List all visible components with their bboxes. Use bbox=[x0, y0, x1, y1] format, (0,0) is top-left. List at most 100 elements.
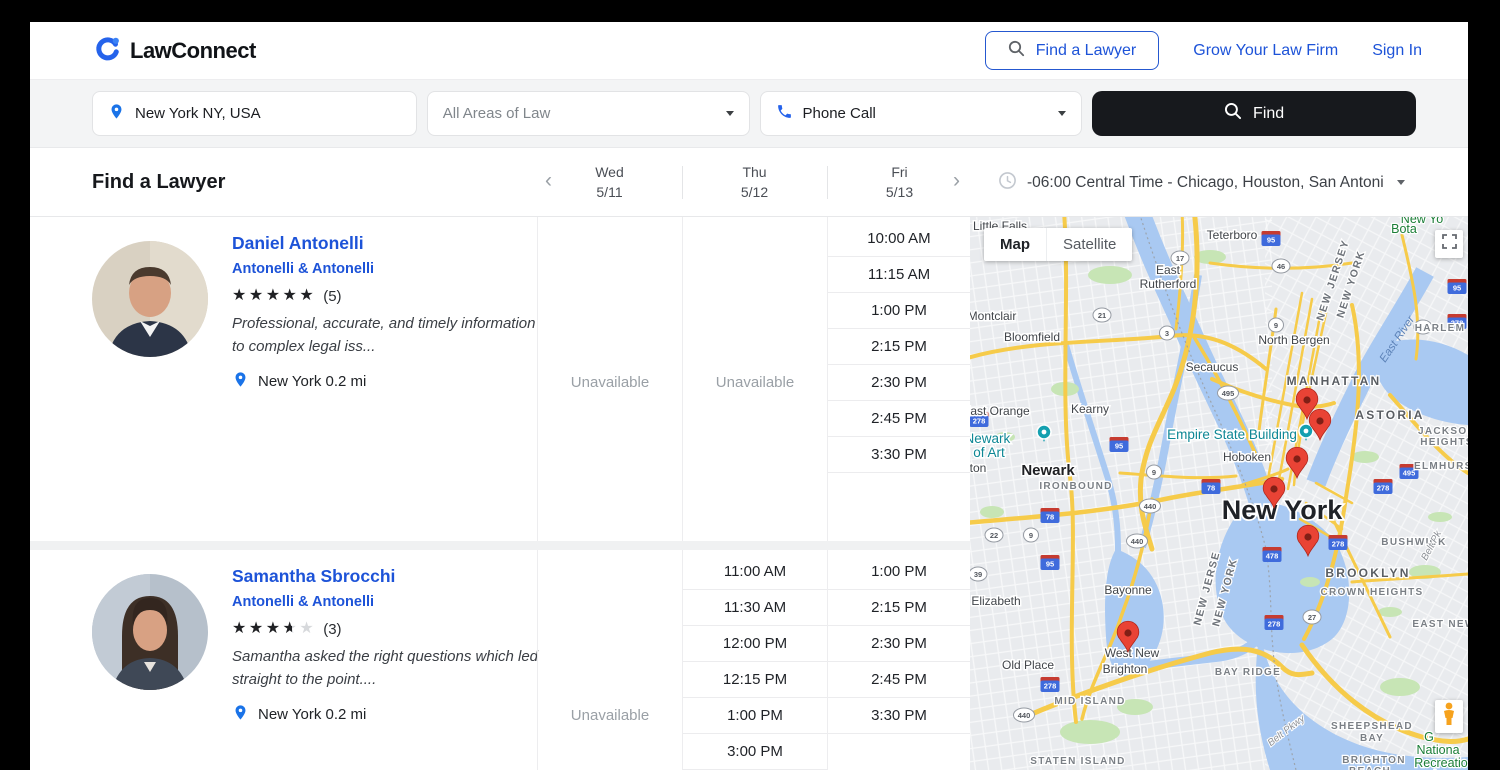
time-slot-button[interactable]: 3:00 PM bbox=[683, 734, 827, 770]
day-column-fri[interactable]: Fri 5/13 bbox=[827, 148, 972, 217]
nav-sign-in-link[interactable]: Sign In bbox=[1372, 42, 1422, 60]
svg-text:22: 22 bbox=[990, 531, 998, 540]
lawyer-name-link[interactable]: Samantha Sbrocchi bbox=[232, 566, 395, 587]
time-slot-button[interactable]: 2:15 PM bbox=[828, 590, 970, 626]
timezone-value: -06:00 Central Time - Chicago, Houston, … bbox=[1027, 174, 1384, 192]
star-rating: ★★★★★(3) bbox=[232, 621, 547, 637]
map-canvas[interactable]: 95461721939A4959597844044078229278495278… bbox=[970, 217, 1468, 770]
road-shield: 440 bbox=[1127, 534, 1148, 548]
svg-text:3: 3 bbox=[1165, 329, 1169, 338]
lawyer-avatar[interactable] bbox=[92, 574, 208, 690]
map-label: eum of Art bbox=[970, 445, 1005, 460]
map-label: MID ISLAND bbox=[1054, 696, 1125, 707]
svg-text:78: 78 bbox=[1046, 512, 1054, 521]
find-button[interactable]: Find bbox=[1092, 91, 1416, 136]
time-slot-button[interactable]: 2:15 PM bbox=[828, 329, 970, 365]
brand-name: LawConnect bbox=[130, 38, 256, 64]
time-slot-button[interactable]: 11:15 AM bbox=[828, 257, 970, 293]
map-label: West New bbox=[1105, 646, 1160, 660]
availability-col-fri: 10:00 AM11:15 AM1:00 PM2:15 PM2:30 PM2:4… bbox=[827, 217, 970, 541]
map-label: Old Place bbox=[1002, 658, 1054, 672]
svg-text:95: 95 bbox=[1115, 441, 1123, 450]
timezone-select[interactable]: -06:00 Central Time - Chicago, Houston, … bbox=[998, 148, 1405, 217]
map-label: BROOKLYN bbox=[1325, 566, 1410, 580]
svg-text:278: 278 bbox=[1044, 681, 1057, 690]
svg-text:440: 440 bbox=[1018, 711, 1031, 720]
road-shield: 3 bbox=[1160, 326, 1175, 340]
map-label: Rutherford bbox=[1140, 277, 1197, 291]
next-day-chevron-icon[interactable]: › bbox=[953, 169, 960, 193]
lawyer-firm-link[interactable]: Antonelli & Antonelli bbox=[232, 594, 547, 610]
top-navbar: LawConnect Find a Lawyer Grow Your Law F… bbox=[30, 22, 1468, 80]
lawyer-row: Daniel Antonelli Antonelli & Antonelli ★… bbox=[30, 217, 970, 541]
pegman-control[interactable] bbox=[1435, 700, 1463, 733]
availability-col-wed: Unavailable bbox=[537, 217, 682, 541]
nav-grow-your-law-firm-link[interactable]: Grow Your Law Firm bbox=[1193, 42, 1338, 60]
svg-text:9: 9 bbox=[1274, 321, 1278, 330]
road-shield: 9 bbox=[1147, 465, 1162, 479]
lawyer-firm-link[interactable]: Antonelli & Antonelli bbox=[232, 261, 547, 277]
svg-text:17: 17 bbox=[1176, 254, 1184, 263]
road-shield: 39 bbox=[970, 567, 987, 581]
time-slot-button[interactable]: 2:30 PM bbox=[828, 365, 970, 401]
time-slot-button[interactable]: 1:00 PM bbox=[683, 698, 827, 734]
satellite-view-button[interactable]: Satellite bbox=[1046, 228, 1132, 261]
search-icon bbox=[1224, 102, 1242, 125]
map-label: STATEN ISLAND bbox=[1030, 756, 1125, 767]
contact-method-select[interactable]: Phone Call bbox=[760, 91, 1083, 136]
location-input[interactable]: New York NY, USA bbox=[92, 91, 417, 136]
results-header: Find a Lawyer ‹ Wed 5/11 Thu 5/12 Fri 5/… bbox=[30, 148, 1468, 217]
time-slot-button[interactable]: 12:15 PM bbox=[683, 662, 827, 698]
map-label: Kearny bbox=[1071, 402, 1109, 416]
find-label: Find bbox=[1253, 105, 1284, 123]
time-slot-button[interactable]: 10:00 AM bbox=[828, 221, 970, 257]
time-slot-button[interactable]: 2:45 PM bbox=[828, 662, 970, 698]
day-column-thu[interactable]: Thu 5/12 bbox=[682, 148, 827, 217]
area-of-law-select[interactable]: All Areas of Law bbox=[427, 91, 750, 136]
day-date: 5/13 bbox=[886, 183, 913, 203]
lawyer-location: New York 0.2 mi bbox=[232, 704, 547, 725]
star-icon: ★ bbox=[232, 288, 249, 304]
road-shield: 27 bbox=[1303, 610, 1321, 624]
time-slot-button[interactable]: 11:00 AM bbox=[683, 554, 827, 590]
unavailable-label: Unavailable bbox=[683, 217, 827, 541]
availability-col-fri: 1:00 PM2:15 PM2:30 PM2:45 PM3:30 PM bbox=[827, 550, 970, 770]
review-snippet: Samantha asked the right questions which… bbox=[232, 646, 547, 691]
nav-find-a-lawyer-button[interactable]: Find a Lawyer bbox=[985, 31, 1160, 70]
time-slot-button[interactable]: 12:00 PM bbox=[683, 626, 827, 662]
day-of-week: Thu bbox=[742, 163, 766, 183]
map-label: Brighton bbox=[1103, 662, 1148, 676]
svg-text:478: 478 bbox=[1266, 551, 1279, 560]
road-shield: 440 bbox=[1014, 708, 1035, 722]
map-view-button[interactable]: Map bbox=[984, 228, 1046, 261]
map-label: Teterboro bbox=[1207, 228, 1258, 242]
svg-text:9: 9 bbox=[1029, 531, 1033, 540]
lawyer-list: Daniel Antonelli Antonelli & Antonelli ★… bbox=[30, 217, 970, 770]
svg-text:278: 278 bbox=[1268, 619, 1281, 628]
time-slot-button[interactable]: 3:30 PM bbox=[828, 698, 970, 734]
chevron-down-icon bbox=[1058, 111, 1066, 116]
fullscreen-button[interactable] bbox=[1435, 230, 1463, 258]
time-slot-button[interactable]: 2:45 PM bbox=[828, 401, 970, 437]
location-pin-icon bbox=[108, 103, 125, 124]
time-slot-button[interactable]: 2:30 PM bbox=[828, 626, 970, 662]
svg-text:27: 27 bbox=[1308, 613, 1316, 622]
svg-text:46: 46 bbox=[1277, 262, 1285, 271]
day-column-wed[interactable]: Wed 5/11 bbox=[537, 148, 682, 217]
map-label: BEACH bbox=[1349, 766, 1391, 770]
lawyer-avatar[interactable] bbox=[92, 241, 208, 357]
time-slot-button[interactable]: 1:00 PM bbox=[828, 554, 970, 590]
time-slot-button[interactable]: 1:00 PM bbox=[828, 293, 970, 329]
time-slot-button[interactable]: 3:30 PM bbox=[828, 437, 970, 473]
day-date: 5/11 bbox=[596, 183, 622, 203]
map-label: East Orange bbox=[970, 404, 1030, 418]
lawyer-name-link[interactable]: Daniel Antonelli bbox=[232, 233, 364, 254]
lawyer-profile: Daniel Antonelli Antonelli & Antonelli ★… bbox=[30, 217, 537, 541]
lawyer-row: Samantha Sbrocchi Antonelli & Antonelli … bbox=[30, 550, 970, 770]
time-slot-button[interactable]: 11:30 AM bbox=[683, 590, 827, 626]
svg-text:278: 278 bbox=[1332, 539, 1345, 548]
map-label: Montclair bbox=[970, 309, 1016, 323]
map-label: Bayonne bbox=[1104, 583, 1152, 597]
map-panel[interactable]: 95461721939A4959597844044078229278495278… bbox=[970, 217, 1468, 770]
brand-logo[interactable]: LawConnect bbox=[94, 35, 256, 67]
